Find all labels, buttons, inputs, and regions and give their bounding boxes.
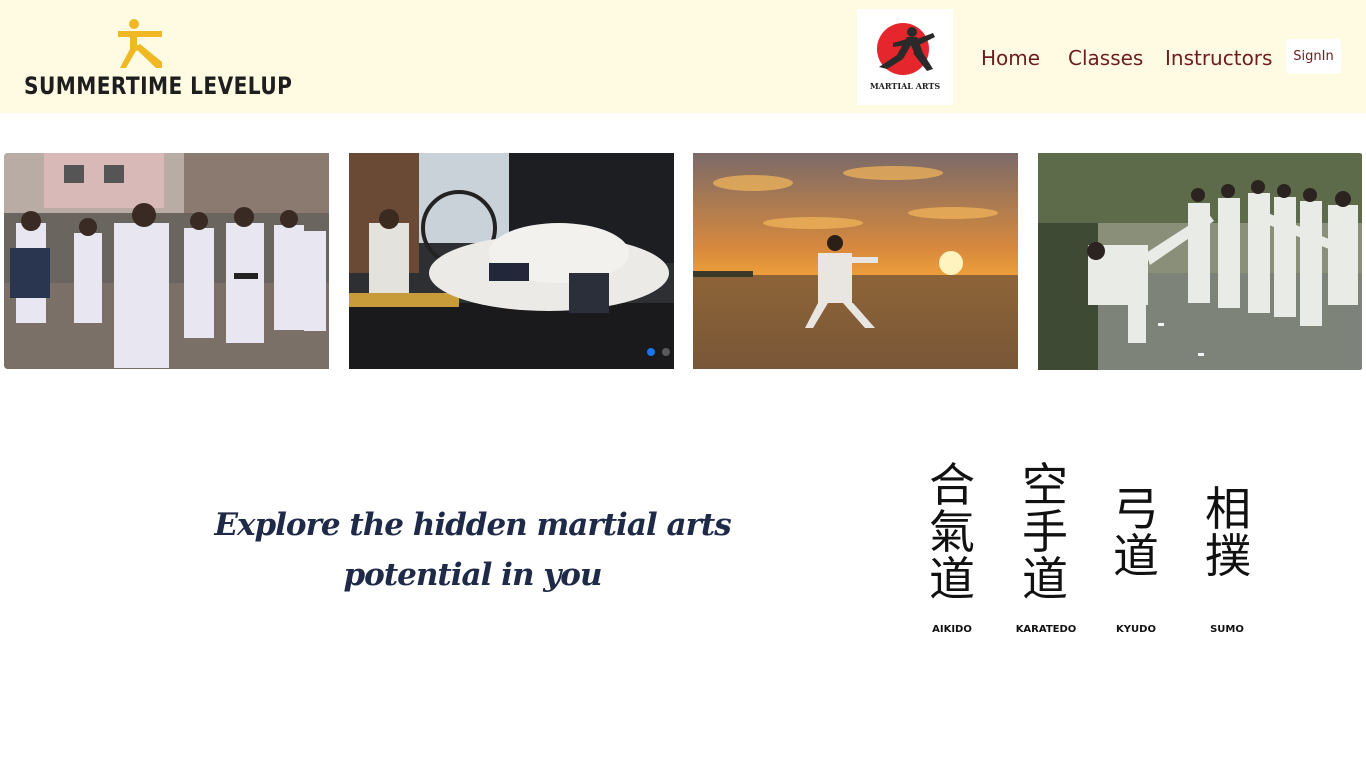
label-kyudo: KYUDO: [1116, 624, 1156, 635]
stretching-figure-icon: [118, 19, 162, 68]
discipline-sumo: 相 撲: [1193, 486, 1263, 580]
tagline-line-2: potential in you: [343, 557, 602, 593]
label-sumo: SUMO: [1210, 624, 1244, 635]
carousel-slide-grappling: [349, 153, 674, 369]
brand-logo[interactable]: SUMMERTIME LEVELUP: [22, 16, 292, 100]
discipline-karatedo: 空 手 道: [1010, 462, 1080, 603]
martial-arts-logo: MARTIAL ARTS: [857, 9, 953, 105]
tagline-line-1: Explore the hidden martial arts: [214, 507, 731, 543]
carousel-dot-2[interactable]: [662, 348, 670, 356]
nav-instructors[interactable]: Instructors: [1165, 46, 1272, 70]
discipline-aikido: 合 氣 道: [917, 462, 987, 603]
sumo-kanji: 相 撲: [1205, 482, 1251, 583]
label-aikido: AIKIDO: [932, 624, 972, 635]
label-karatedo: KARATEDO: [1015, 624, 1077, 635]
group-high-kick-icon: [1038, 153, 1362, 370]
martial-arts-logo-text: MARTIAL ARTS: [869, 81, 941, 91]
nav-classes[interactable]: Classes: [1068, 46, 1143, 70]
carousel-slide-sunset: [693, 153, 1018, 369]
brand-name: SUMMERTIME LEVELUP: [24, 72, 293, 100]
image-carousel[interactable]: [0, 153, 1366, 371]
aikido-kanji: 合 氣 道: [929, 458, 975, 606]
kyudo-kanji: 弓 道: [1113, 482, 1159, 583]
carousel-dot-1[interactable]: [647, 348, 655, 356]
carousel-slide-kids-class: [4, 153, 329, 369]
hero-tagline: Explore the hidden martial arts potentia…: [200, 500, 745, 600]
karate-sunset-beach-icon: [693, 153, 1018, 369]
discipline-kyudo: 弓 道: [1101, 486, 1171, 580]
jiu-jitsu-grappling-icon: [349, 153, 674, 369]
site-header: SUMMERTIME LEVELUP MARTIAL ARTS Home Cla…: [0, 0, 1366, 113]
nav-home[interactable]: Home: [981, 46, 1040, 70]
carousel-slide-group-kick: [1038, 153, 1363, 370]
signin-button[interactable]: SignIn: [1286, 39, 1341, 74]
kids-karate-class-icon: [4, 153, 329, 369]
karatedo-kanji: 空 手 道: [1022, 458, 1068, 606]
